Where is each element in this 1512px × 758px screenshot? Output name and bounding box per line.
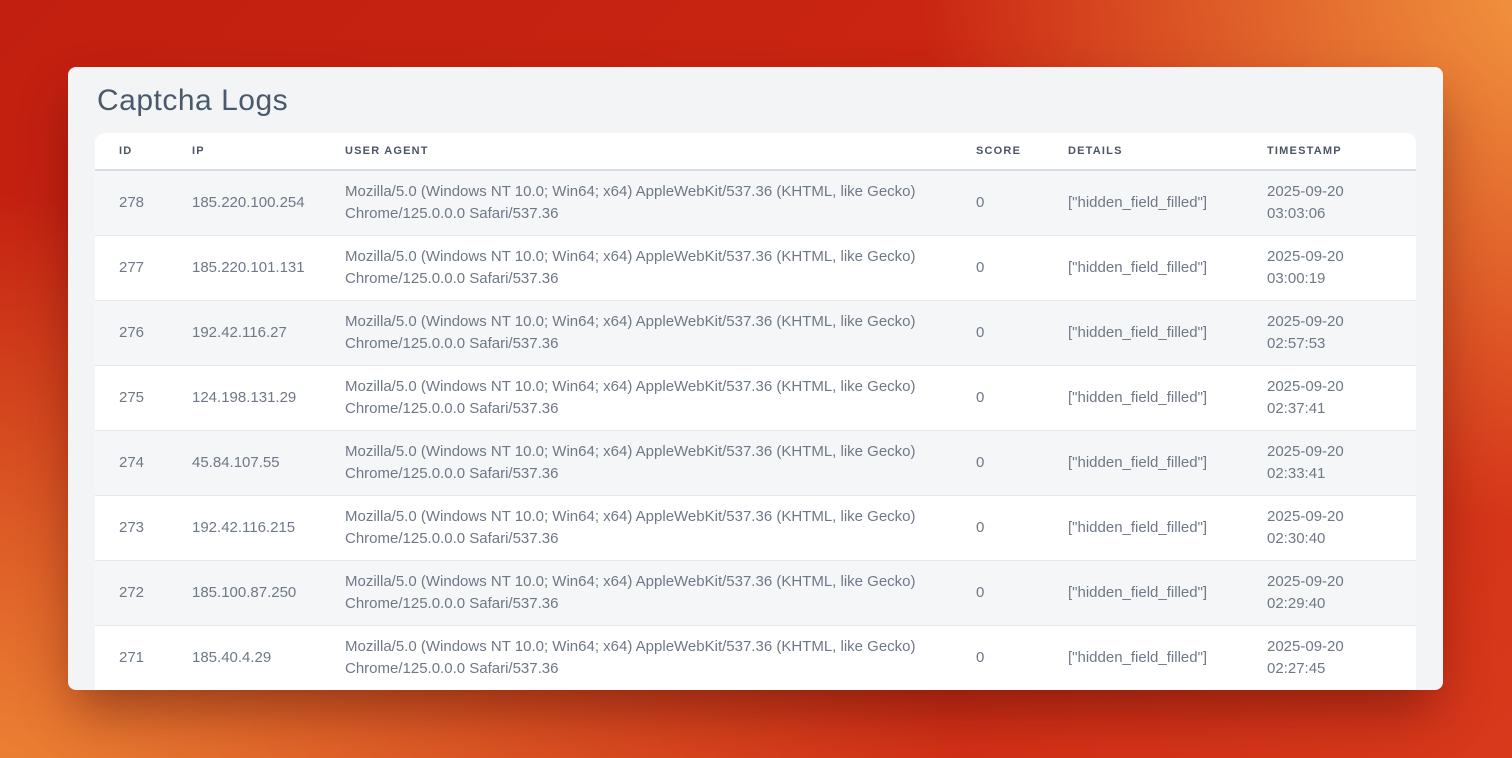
cell-user-agent: Mozilla/5.0 (Windows NT 10.0; Win64; x64… — [321, 496, 952, 561]
table-row: 275 124.198.131.29 Mozilla/5.0 (Windows … — [95, 366, 1416, 431]
timestamp-time: 02:29:40 — [1267, 593, 1402, 615]
page-title: Captcha Logs — [97, 84, 1414, 118]
cell-timestamp: 2025-09-20 03:03:06 — [1243, 170, 1416, 236]
cell-id: 276 — [95, 301, 168, 366]
table-body: 278 185.220.100.254 Mozilla/5.0 (Windows… — [95, 170, 1416, 690]
cell-timestamp: 2025-09-20 03:00:19 — [1243, 236, 1416, 301]
cell-score: 0 — [952, 496, 1044, 561]
cell-user-agent: Mozilla/5.0 (Windows NT 10.0; Win64; x64… — [321, 236, 952, 301]
cell-ip: 185.100.87.250 — [168, 561, 321, 626]
timestamp-date: 2025-09-20 — [1267, 441, 1402, 463]
timestamp-time: 02:33:41 — [1267, 463, 1402, 485]
timestamp-date: 2025-09-20 — [1267, 636, 1402, 658]
cell-id: 273 — [95, 496, 168, 561]
column-header-ip: IP — [168, 133, 321, 170]
table-row: 276 192.42.116.27 Mozilla/5.0 (Windows N… — [95, 301, 1416, 366]
cell-score: 0 — [952, 236, 1044, 301]
cell-timestamp: 2025-09-20 02:33:41 — [1243, 431, 1416, 496]
column-header-id: ID — [95, 133, 168, 170]
cell-timestamp: 2025-09-20 02:27:45 — [1243, 626, 1416, 691]
cell-details: ["hidden_field_filled"] — [1044, 301, 1243, 366]
cell-details: ["hidden_field_filled"] — [1044, 366, 1243, 431]
timestamp-time: 02:30:40 — [1267, 528, 1402, 550]
table-row: 277 185.220.101.131 Mozilla/5.0 (Windows… — [95, 236, 1416, 301]
cell-ip: 192.42.116.27 — [168, 301, 321, 366]
cell-score: 0 — [952, 626, 1044, 691]
cell-user-agent: Mozilla/5.0 (Windows NT 10.0; Win64; x64… — [321, 431, 952, 496]
captcha-logs-card: Captcha Logs ID IP USER AGENT SCORE DETA… — [68, 67, 1443, 690]
cell-details: ["hidden_field_filled"] — [1044, 626, 1243, 691]
table-row: 271 185.40.4.29 Mozilla/5.0 (Windows NT … — [95, 626, 1416, 691]
cell-score: 0 — [952, 301, 1044, 366]
cell-ip: 124.198.131.29 — [168, 366, 321, 431]
cell-details: ["hidden_field_filled"] — [1044, 236, 1243, 301]
cell-user-agent: Mozilla/5.0 (Windows NT 10.0; Win64; x64… — [321, 170, 952, 236]
column-header-score: SCORE — [952, 133, 1044, 170]
timestamp-time: 02:57:53 — [1267, 333, 1402, 355]
cell-timestamp: 2025-09-20 02:29:40 — [1243, 561, 1416, 626]
timestamp-time: 02:37:41 — [1267, 398, 1402, 420]
table-row: 274 45.84.107.55 Mozilla/5.0 (Windows NT… — [95, 431, 1416, 496]
table-header-row: ID IP USER AGENT SCORE DETAILS TIMESTAMP — [95, 133, 1416, 170]
timestamp-date: 2025-09-20 — [1267, 571, 1402, 593]
cell-user-agent: Mozilla/5.0 (Windows NT 10.0; Win64; x64… — [321, 301, 952, 366]
table-row: 273 192.42.116.215 Mozilla/5.0 (Windows … — [95, 496, 1416, 561]
cell-score: 0 — [952, 431, 1044, 496]
cell-id: 277 — [95, 236, 168, 301]
timestamp-date: 2025-09-20 — [1267, 181, 1402, 203]
cell-timestamp: 2025-09-20 02:57:53 — [1243, 301, 1416, 366]
cell-user-agent: Mozilla/5.0 (Windows NT 10.0; Win64; x64… — [321, 626, 952, 691]
timestamp-date: 2025-09-20 — [1267, 506, 1402, 528]
cell-score: 0 — [952, 561, 1044, 626]
cell-id: 271 — [95, 626, 168, 691]
cell-ip: 192.42.116.215 — [168, 496, 321, 561]
cell-id: 274 — [95, 431, 168, 496]
table-row: 272 185.100.87.250 Mozilla/5.0 (Windows … — [95, 561, 1416, 626]
cell-details: ["hidden_field_filled"] — [1044, 431, 1243, 496]
cell-ip: 45.84.107.55 — [168, 431, 321, 496]
cell-id: 272 — [95, 561, 168, 626]
cell-score: 0 — [952, 366, 1044, 431]
cell-user-agent: Mozilla/5.0 (Windows NT 10.0; Win64; x64… — [321, 561, 952, 626]
table-row: 278 185.220.100.254 Mozilla/5.0 (Windows… — [95, 170, 1416, 236]
timestamp-time: 02:27:45 — [1267, 658, 1402, 680]
timestamp-date: 2025-09-20 — [1267, 376, 1402, 398]
cell-ip: 185.220.101.131 — [168, 236, 321, 301]
cell-user-agent: Mozilla/5.0 (Windows NT 10.0; Win64; x64… — [321, 366, 952, 431]
timestamp-time: 03:03:06 — [1267, 203, 1402, 225]
cell-details: ["hidden_field_filled"] — [1044, 561, 1243, 626]
logs-table-container: ID IP USER AGENT SCORE DETAILS TIMESTAMP… — [95, 133, 1416, 690]
cell-details: ["hidden_field_filled"] — [1044, 496, 1243, 561]
captcha-logs-table: ID IP USER AGENT SCORE DETAILS TIMESTAMP… — [95, 133, 1416, 690]
cell-details: ["hidden_field_filled"] — [1044, 170, 1243, 236]
column-header-details: DETAILS — [1044, 133, 1243, 170]
column-header-user-agent: USER AGENT — [321, 133, 952, 170]
cell-ip: 185.220.100.254 — [168, 170, 321, 236]
cell-ip: 185.40.4.29 — [168, 626, 321, 691]
column-header-timestamp: TIMESTAMP — [1243, 133, 1416, 170]
timestamp-date: 2025-09-20 — [1267, 311, 1402, 333]
cell-id: 275 — [95, 366, 168, 431]
timestamp-time: 03:00:19 — [1267, 268, 1402, 290]
timestamp-date: 2025-09-20 — [1267, 246, 1402, 268]
cell-timestamp: 2025-09-20 02:30:40 — [1243, 496, 1416, 561]
cell-id: 278 — [95, 170, 168, 236]
cell-timestamp: 2025-09-20 02:37:41 — [1243, 366, 1416, 431]
cell-score: 0 — [952, 170, 1044, 236]
